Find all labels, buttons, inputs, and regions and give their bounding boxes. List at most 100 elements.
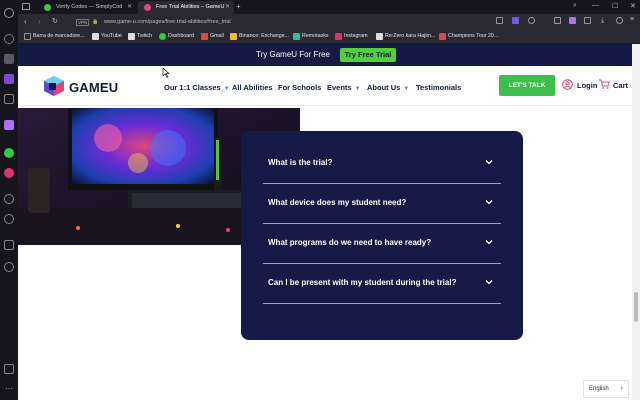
forward-icon[interactable]: › — [38, 17, 41, 26]
whatsapp-icon[interactable] — [4, 148, 14, 158]
snapshot-icon[interactable] — [496, 17, 503, 24]
nav-classes[interactable]: Our 1:1 Classes ▼ — [164, 83, 230, 92]
twitch-icon[interactable] — [4, 74, 14, 84]
bookmark-rezero[interactable]: Re:Zero kara Hajim... — [376, 33, 436, 40]
cart-link[interactable]: Cart — [613, 81, 628, 90]
bookmark-remotasks[interactable]: Remotasks — [293, 33, 329, 40]
bookmark-folder[interactable]: Barra de marcadore... — [24, 33, 85, 40]
faq-item[interactable]: Can I be present with my student during … — [263, 264, 501, 304]
aria-ext-icon[interactable] — [569, 17, 576, 24]
language-selector[interactable]: English › — [583, 380, 629, 398]
more-icon[interactable]: ⋯ — [5, 384, 13, 393]
tab-free-trial[interactable]: Free Trial Abilities – GameU ✕ — [138, 1, 234, 14]
menu-icon[interactable]: ≡ — [630, 16, 634, 23]
browser-logo-icon[interactable] — [4, 8, 14, 18]
nav-label: Our 1:1 Classes — [164, 83, 221, 92]
account-icon[interactable] — [616, 17, 623, 24]
page-scrollbar[interactable] — [632, 44, 640, 400]
bookmark-dashboard[interactable]: Dashboard — [159, 33, 194, 40]
nav-about-us[interactable]: About Us ▼ — [367, 83, 409, 92]
close-icon[interactable]: ✕ — [225, 3, 230, 10]
bookmark-label: Dashboard — [168, 33, 194, 39]
instagram-icon — [335, 33, 342, 40]
cursor-icon — [162, 68, 170, 78]
nav-events[interactable]: Events ▼ — [327, 83, 361, 92]
instagram-icon[interactable] — [4, 168, 14, 178]
bookmark-instagram[interactable]: Instagram — [335, 33, 368, 40]
camera-icon[interactable] — [4, 94, 14, 104]
vpn-badge[interactable]: VPN — [76, 19, 90, 26]
nav-label: All Abilities — [232, 83, 273, 92]
bookmark-label: Re:Zero kara Hajim... — [385, 33, 436, 39]
gameu-logo-icon[interactable] — [43, 75, 65, 97]
faq-item[interactable]: What device does my student need? — [263, 184, 501, 224]
try-free-trial-button[interactable]: Try Free Trial — [340, 48, 396, 62]
bookmark-label: Remotasks — [302, 33, 329, 39]
back-icon[interactable]: ‹ — [24, 17, 27, 26]
chevron-down-icon: ▼ — [354, 86, 361, 92]
sidebar-toggle-icon[interactable] — [4, 364, 14, 374]
tab-verify-codes[interactable]: Verify Codes — SimplyCod ✕ — [38, 1, 136, 14]
nav-all-abilities[interactable]: All Abilities — [232, 83, 273, 92]
tab-bar: Verify Codes — SimplyCod ✕ Free Trial Ab… — [18, 0, 640, 14]
verify-favicon-icon — [44, 4, 51, 11]
new-tab-icon[interactable]: + — [236, 2, 241, 11]
shield-icon[interactable] — [512, 17, 519, 24]
nav-testimonials[interactable]: Testimonials — [416, 83, 461, 92]
faq-item[interactable]: What is the trial? — [263, 144, 501, 184]
cube-icon[interactable] — [584, 17, 591, 24]
faq-card: What is the trial? What device does my s… — [241, 131, 523, 340]
browser-sidebar: ⋯ — [0, 0, 18, 400]
minimize-icon[interactable]: — — [592, 2, 599, 9]
box-icon[interactable] — [4, 240, 14, 250]
cart-icon[interactable] — [598, 78, 610, 90]
web-page: Try GameU For Free Try Free Trial GAMEU … — [18, 44, 632, 400]
tab-workspace-icon[interactable] — [22, 3, 30, 10]
scrollbar-thumb[interactable] — [634, 292, 638, 322]
aria-icon[interactable] — [4, 120, 14, 130]
bookmark-label: YouTube — [101, 33, 122, 39]
faq-question: What device does my student need? — [268, 198, 407, 207]
download-icon[interactable]: ⤓ — [601, 17, 604, 25]
nav-label: Testimonials — [416, 83, 462, 92]
site-header: GAMEU Our 1:1 Classes ▼ All Abilities For… — [18, 66, 632, 106]
heart-icon[interactable] — [528, 17, 535, 24]
search-icon[interactable]: ⌕ — [573, 2, 577, 10]
faq-question: What is the trial? — [268, 158, 333, 167]
player-icon[interactable] — [4, 194, 14, 204]
dashboard-icon — [159, 33, 166, 40]
language-label: English — [589, 386, 609, 392]
bookmark-youtube[interactable]: YouTube — [92, 33, 122, 40]
nav-label: About Us — [367, 83, 401, 92]
nav-for-schools[interactable]: For Schools — [278, 83, 321, 92]
close-icon[interactable]: ✕ — [127, 3, 132, 10]
bookmark-twitch[interactable]: Twitch — [128, 33, 152, 40]
history-icon[interactable] — [4, 214, 14, 224]
valorant-icon — [439, 33, 446, 40]
folder-icon — [24, 33, 31, 40]
chevron-down-icon — [485, 160, 493, 165]
maximize-icon[interactable]: ☐ — [612, 2, 618, 10]
url-bar[interactable]: VPN 🔒 www.game-u.com/pages/free-trial-ab… — [74, 16, 544, 28]
chevron-right-icon: › — [620, 385, 623, 392]
bookmark-binance[interactable]: Binance: Exchange... — [230, 33, 289, 40]
logo-text[interactable]: GAMEU — [69, 80, 118, 95]
chevron-down-icon: ▼ — [403, 86, 410, 92]
faq-item[interactable]: What programs do we need to have ready? — [263, 224, 501, 264]
login-link[interactable]: Login — [577, 81, 597, 90]
user-icon[interactable] — [562, 79, 573, 90]
url-text: www.game-u.com/pages/free-trial-abilitie… — [104, 19, 231, 25]
close-window-icon[interactable]: ✕ — [630, 2, 636, 10]
bookmark-champions[interactable]: Champions Tour 20... — [439, 33, 498, 40]
shopping-icon[interactable] — [4, 54, 14, 64]
folder-icon — [92, 33, 99, 40]
bookmark-gmail[interactable]: Gmail — [201, 33, 224, 40]
speed-dial-icon[interactable] — [4, 34, 14, 44]
extension-icon[interactable] — [554, 17, 561, 24]
settings-icon[interactable] — [4, 262, 14, 272]
folder-icon — [128, 33, 135, 40]
chevron-down-icon: ▼ — [223, 86, 230, 92]
lets-talk-button[interactable]: LET'S TALK — [499, 75, 555, 96]
nav-label: Events — [327, 83, 352, 92]
reload-icon[interactable]: ↻ — [52, 17, 58, 25]
